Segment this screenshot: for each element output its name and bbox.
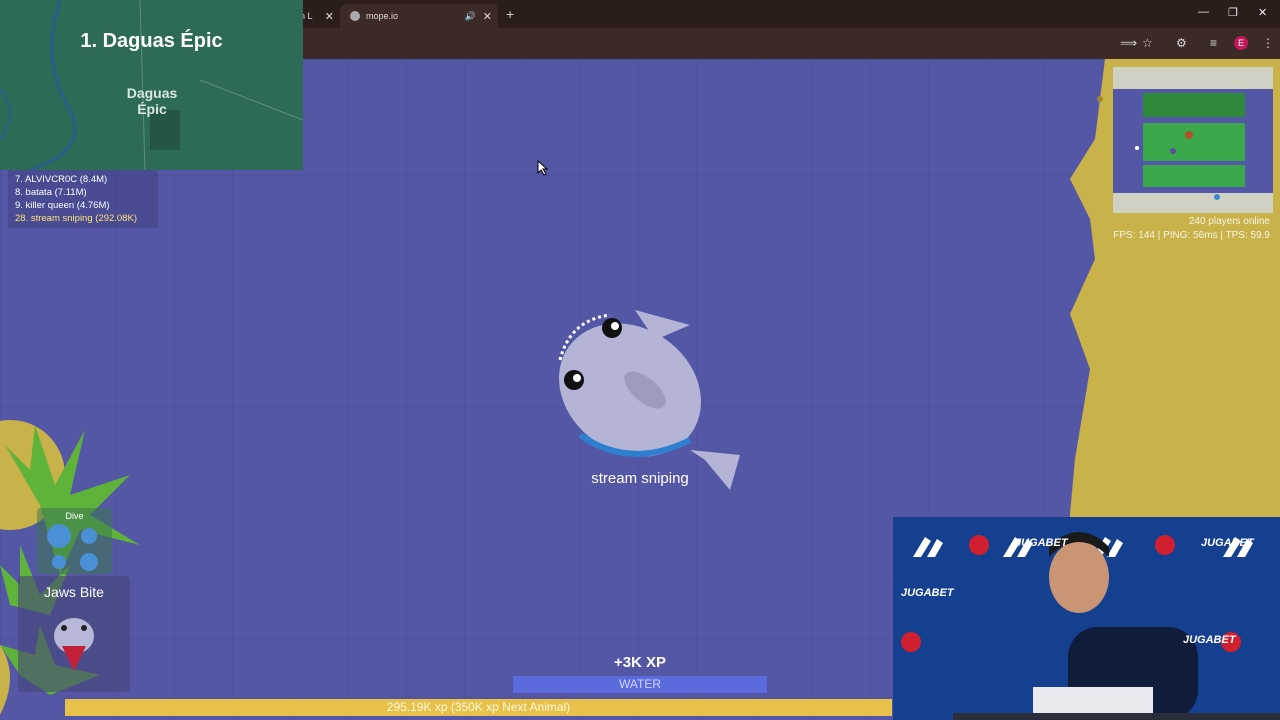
close-window-button[interactable]: ✕ (1258, 6, 1267, 19)
close-icon[interactable]: ✕ (325, 10, 334, 23)
leaderboard-row-self: 28. stream sniping (292.08K) (15, 213, 137, 224)
minimap (1113, 67, 1273, 213)
profile-avatar[interactable]: E (1234, 36, 1248, 50)
performance-stats: FPS: 144 | PING: 56ms | TPS: 59.9 (1113, 230, 1270, 241)
water-meter: WATER (513, 676, 767, 693)
streamer-webcam: JUGABET JUGABET JUGABET JUGABET (893, 517, 1280, 720)
speaker-icon[interactable]: 🔊 (465, 11, 476, 22)
mope-favicon-icon (350, 11, 360, 21)
overlay-title: 1. Daguas Épic (80, 30, 223, 52)
stream-location-overlay: 1. Daguas Épic Daguas Épic (0, 0, 303, 170)
map-label: Daguas Épic (126, 85, 178, 117)
mouse-cursor-icon (537, 160, 549, 176)
tab-title: mope.io (366, 11, 399, 21)
xp-progress-bar: 295.19K xp (350K xp Next Animal) (65, 699, 892, 716)
sponsor-logo: JUGABET (1015, 537, 1068, 549)
dive-ability-button[interactable]: Dive (37, 508, 112, 574)
jaws-bite-ability-button[interactable]: Jaws Bite (18, 576, 130, 692)
close-icon[interactable]: ✕ (483, 10, 492, 23)
leaderboard: 7. ALVIVCR0C (8.4M) 8. batata (7.11M) 9.… (8, 170, 158, 228)
translate-icon[interactable]: ⟹ (1120, 36, 1137, 50)
restore-button[interactable]: ❐ (1228, 6, 1238, 19)
sponsor-logo: JUGABET (901, 587, 954, 599)
leaderboard-row: 8. batata (7.11M) (15, 187, 87, 198)
jaws-bite-label: Jaws Bite (44, 584, 104, 600)
sponsor-logo: JUGABET (1201, 537, 1254, 549)
tab-mope[interactable]: mope.io 🔊 ✕ (340, 4, 498, 28)
menu-icon[interactable]: ⋮ (1262, 36, 1274, 50)
minimize-button[interactable]: — (1198, 6, 1209, 18)
leaderboard-row: 7. ALVIVCR0C (8.4M) (15, 174, 108, 185)
new-tab-button[interactable]: + (506, 6, 514, 22)
extensions-icon[interactable]: ⚙ (1176, 36, 1187, 50)
leaderboard-row: 9. killer queen (4.76M) (15, 200, 110, 211)
dive-label: Dive (65, 511, 84, 521)
player-name: stream sniping (591, 470, 689, 487)
star-icon[interactable]: ☆ (1142, 36, 1153, 50)
xp-gain-popup: +3K XP (613, 654, 667, 671)
players-online: 240 players online (1188, 216, 1270, 227)
previous-tab[interactable]: h L ✕ (300, 4, 340, 28)
media-icon[interactable]: ≡ (1210, 36, 1217, 50)
sponsor-logo: JUGABET (1183, 634, 1236, 646)
